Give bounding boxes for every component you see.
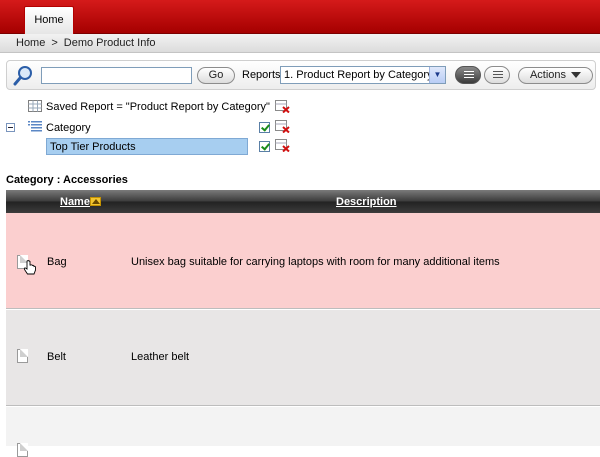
control-break-label: Category xyxy=(46,122,91,134)
reports-select[interactable]: 1. Product Report by Category ▼ xyxy=(280,66,446,84)
collapse-icon[interactable] xyxy=(6,123,15,132)
reports-label: Reports xyxy=(242,69,281,81)
table-row: Belt Leather belt xyxy=(6,310,600,406)
go-button[interactable]: Go xyxy=(197,67,235,84)
delete-filter-icon[interactable] xyxy=(275,120,290,133)
saved-report-grid-icon xyxy=(28,100,42,112)
cell-name: Belt xyxy=(47,351,66,363)
breadcrumb-separator: > xyxy=(51,37,58,49)
reports-selected-value: 1. Product Report by Category xyxy=(284,69,433,81)
hand-cursor-icon xyxy=(23,260,36,275)
highlight-filter[interactable]: Top Tier Products xyxy=(46,138,248,155)
cell-description: Unisex bag suitable for carrying laptops… xyxy=(131,256,500,268)
column-header-name-label: Name xyxy=(60,196,90,208)
view-report-button[interactable] xyxy=(455,66,481,84)
search-input[interactable] xyxy=(41,67,192,84)
table-header: Name Description xyxy=(6,190,600,213)
view-group-by-button[interactable] xyxy=(484,66,510,84)
cell-description: Leather belt xyxy=(131,351,190,363)
chevron-down-icon[interactable]: ▼ xyxy=(429,67,445,83)
cell-name: Bag xyxy=(47,256,67,268)
saved-report-label: Saved Report = "Product Report by Catego… xyxy=(46,101,270,113)
breadcrumb-home-link[interactable]: Home xyxy=(16,37,45,49)
enable-checkbox-icon[interactable] xyxy=(259,122,270,133)
actions-label: Actions xyxy=(529,69,567,81)
table-row xyxy=(6,407,600,457)
document-icon[interactable] xyxy=(17,349,28,363)
tab-home[interactable]: Home xyxy=(24,6,74,34)
search-toolbar: Go Reports 1. Product Report by Category… xyxy=(6,60,596,90)
search-icon[interactable] xyxy=(12,65,34,87)
group-view-icon xyxy=(493,71,503,80)
actions-button[interactable]: Actions xyxy=(518,67,593,84)
control-break-icon xyxy=(28,121,42,132)
top-tab-bar: Home xyxy=(0,0,600,34)
document-icon[interactable] xyxy=(17,443,28,457)
breadcrumb-current: Demo Product Info xyxy=(63,37,156,49)
caret-down-icon xyxy=(571,72,582,79)
breadcrumb: Home > Demo Product Info xyxy=(16,37,156,49)
column-header-description[interactable]: Description xyxy=(336,196,397,208)
list-view-icon xyxy=(464,71,474,80)
column-header-name[interactable]: Name xyxy=(60,196,90,208)
enable-highlight-checkbox-icon[interactable] xyxy=(259,141,270,152)
delete-highlight-icon[interactable] xyxy=(275,139,290,152)
sort-ascending-icon xyxy=(90,197,101,206)
group-heading: Category : Accessories xyxy=(6,174,128,186)
table-row: Bag Unisex bag suitable for carrying lap… xyxy=(6,213,600,309)
breadcrumb-bar: Home > Demo Product Info xyxy=(0,34,600,53)
delete-report-icon[interactable] xyxy=(275,100,290,113)
